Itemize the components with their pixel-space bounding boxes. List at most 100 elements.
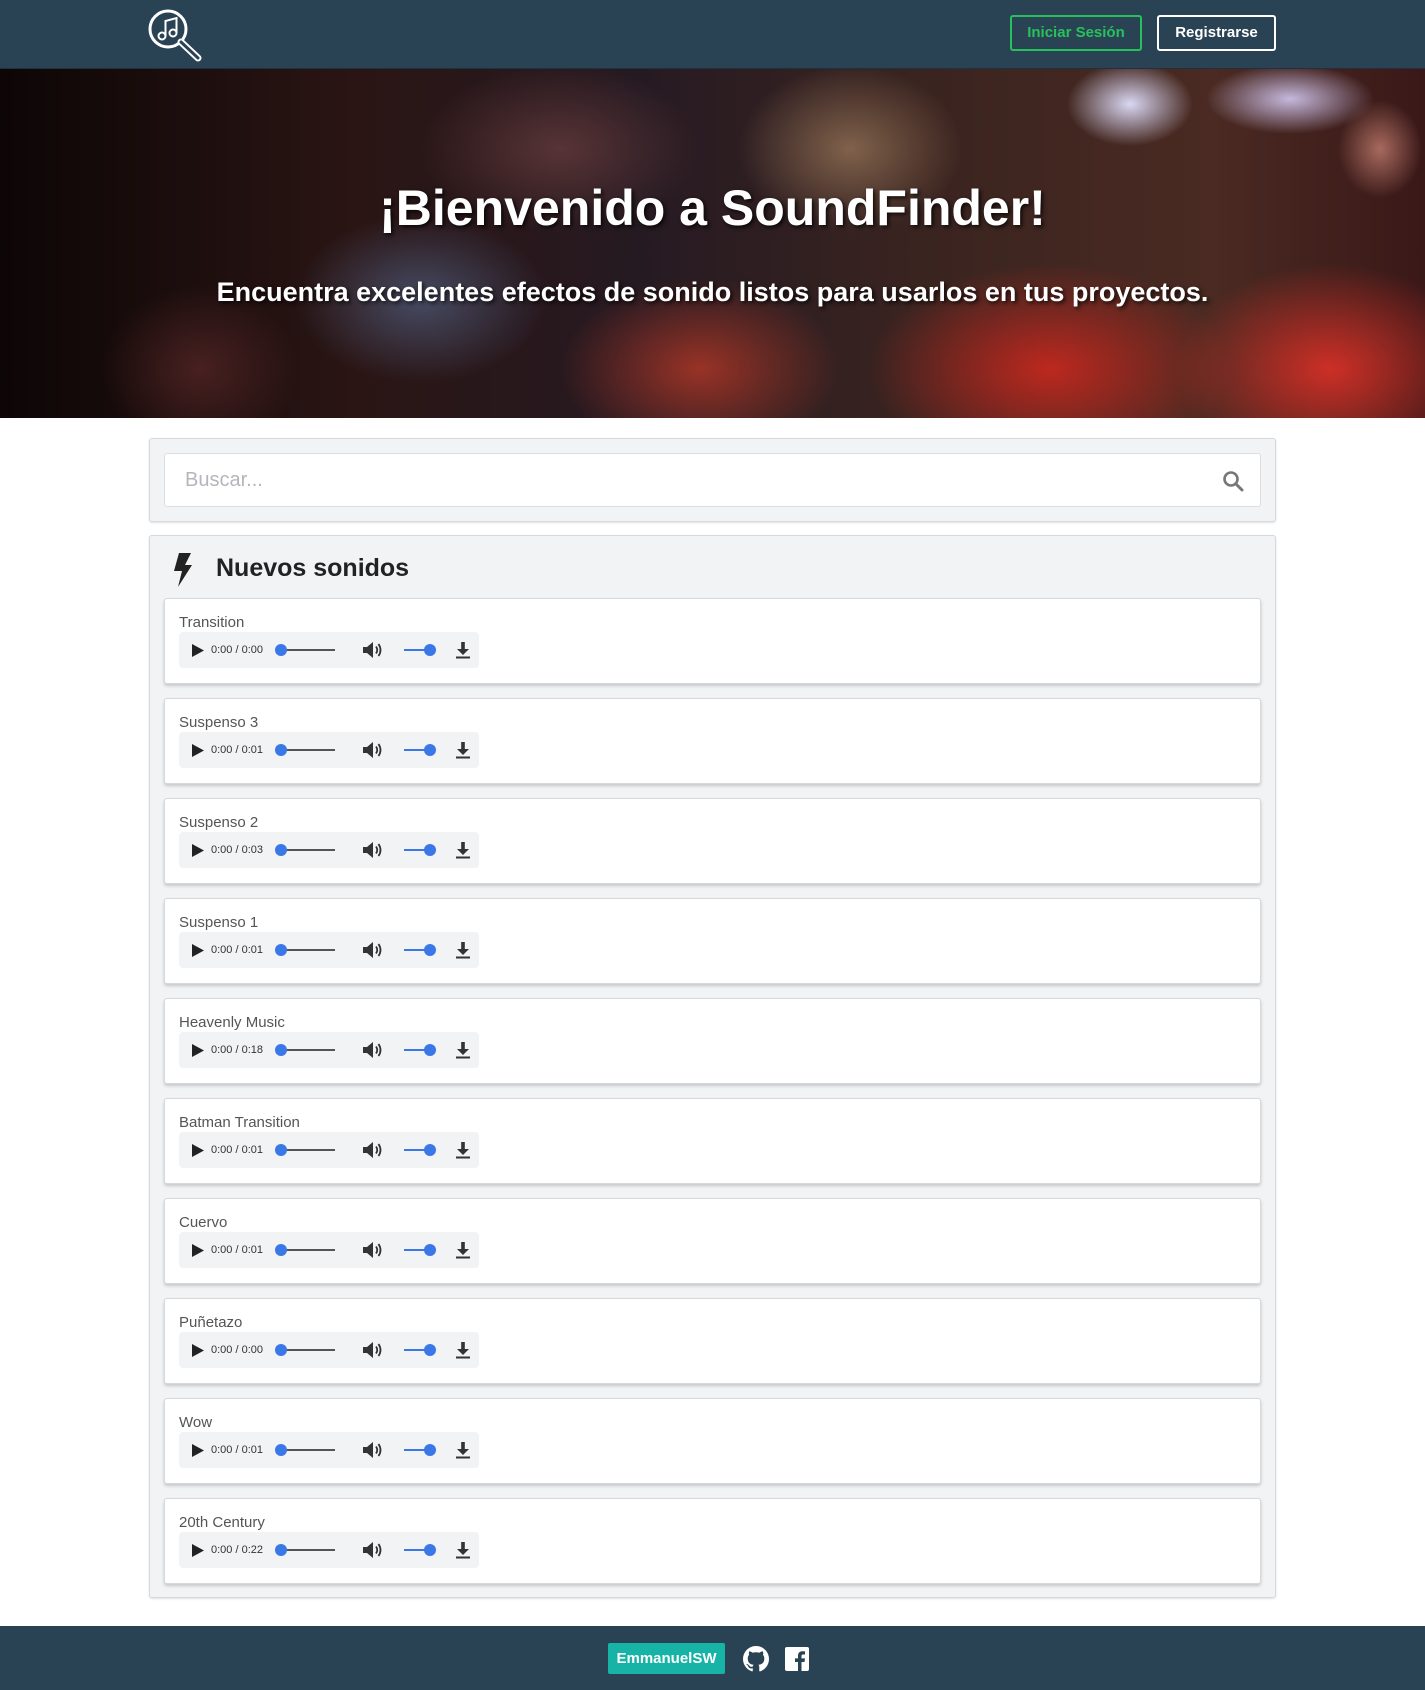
time-display: 0:00 / 0:00 — [211, 1344, 263, 1356]
sound-card: Batman Transition 0:00 / 0:01 — [164, 1098, 1261, 1184]
volume-icon[interactable] — [362, 1141, 384, 1159]
music-search-icon[interactable] — [146, 7, 204, 63]
volume-icon[interactable] — [362, 1341, 384, 1359]
search-icon[interactable] — [1222, 470, 1244, 492]
progress-handle[interactable] — [275, 644, 287, 656]
volume-handle[interactable] — [424, 1144, 436, 1156]
download-icon[interactable] — [455, 1041, 471, 1059]
play-icon[interactable] — [191, 1443, 205, 1458]
audio-player[interactable]: 0:00 / 0:03 — [179, 832, 479, 868]
play-icon[interactable] — [191, 943, 205, 958]
progress-handle[interactable] — [275, 944, 287, 956]
hero-banner: ¡Bienvenido a SoundFinder! Encuentra exc… — [0, 69, 1425, 418]
volume-handle[interactable] — [424, 1344, 436, 1356]
new-sounds-panel: Nuevos sonidos Transition 0:00 / 0:00 Susp… — [149, 535, 1276, 1598]
play-icon[interactable] — [191, 1043, 205, 1058]
play-icon[interactable] — [191, 1543, 205, 1558]
volume-handle[interactable] — [424, 1444, 436, 1456]
facebook-icon[interactable] — [784, 1646, 810, 1672]
progress-track[interactable] — [280, 1449, 335, 1451]
audio-player[interactable]: 0:00 / 0:22 — [179, 1532, 479, 1568]
github-icon[interactable] — [743, 1646, 769, 1672]
audio-player[interactable]: 0:00 / 0:00 — [179, 1332, 479, 1368]
download-icon[interactable] — [455, 1141, 471, 1159]
section-title: Nuevos sonidos — [216, 554, 410, 582]
volume-handle[interactable] — [424, 1044, 436, 1056]
progress-handle[interactable] — [275, 1144, 287, 1156]
play-icon[interactable] — [191, 743, 205, 758]
play-icon[interactable] — [191, 1143, 205, 1158]
sound-title: Transition — [179, 614, 245, 631]
time-display: 0:00 / 0:03 — [211, 844, 263, 856]
progress-handle[interactable] — [275, 1544, 287, 1556]
progress-track[interactable] — [280, 849, 335, 851]
volume-handle[interactable] — [424, 744, 436, 756]
progress-track[interactable] — [280, 649, 335, 651]
volume-icon[interactable] — [362, 641, 384, 659]
sound-card: Wow 0:00 / 0:01 — [164, 1398, 1261, 1484]
progress-track[interactable] — [280, 1149, 335, 1151]
audio-player[interactable]: 0:00 / 0:01 — [179, 1132, 479, 1168]
sound-card: 20th Century 0:00 / 0:22 — [164, 1498, 1261, 1584]
play-icon[interactable] — [191, 1243, 205, 1258]
audio-player[interactable]: 0:00 / 0:00 — [179, 632, 479, 668]
search-panel — [149, 438, 1276, 522]
play-icon[interactable] — [191, 843, 205, 858]
time-display: 0:00 / 0:00 — [211, 644, 263, 656]
progress-handle[interactable] — [275, 844, 287, 856]
download-icon[interactable] — [455, 1441, 471, 1459]
play-icon[interactable] — [191, 643, 205, 658]
progress-track[interactable] — [280, 749, 335, 751]
hero-subtitle: Encuentra excelentes efectos de sonido l… — [216, 277, 1209, 307]
search-input[interactable] — [164, 453, 1261, 507]
volume-handle[interactable] — [424, 944, 436, 956]
audio-player[interactable]: 0:00 / 0:01 — [179, 1232, 479, 1268]
volume-icon[interactable] — [362, 941, 384, 959]
progress-track[interactable] — [280, 1249, 335, 1251]
sound-card: Heavenly Music 0:00 / 0:18 — [164, 998, 1261, 1084]
login-button[interactable]: Iniciar Sesión — [1010, 15, 1142, 51]
volume-handle[interactable] — [424, 844, 436, 856]
sound-title: 20th Century — [179, 1514, 265, 1531]
volume-icon[interactable] — [362, 1541, 384, 1559]
progress-track[interactable] — [280, 949, 335, 951]
progress-handle[interactable] — [275, 1344, 287, 1356]
volume-icon[interactable] — [362, 1041, 384, 1059]
download-icon[interactable] — [455, 841, 471, 859]
volume-icon[interactable] — [362, 741, 384, 759]
time-display: 0:00 / 0:01 — [211, 1244, 263, 1256]
progress-handle[interactable] — [275, 1244, 287, 1256]
progress-track[interactable] — [280, 1549, 335, 1551]
lightning-bolt-icon — [174, 553, 192, 587]
sound-card: Suspenso 2 0:00 / 0:03 — [164, 798, 1261, 884]
progress-track[interactable] — [280, 1349, 335, 1351]
audio-player[interactable]: 0:00 / 0:01 — [179, 1432, 479, 1468]
volume-icon[interactable] — [362, 1241, 384, 1259]
author-badge[interactable]: EmmanuelSW — [608, 1643, 725, 1674]
download-icon[interactable] — [455, 1341, 471, 1359]
time-display: 0:00 / 0:01 — [211, 1444, 263, 1456]
progress-handle[interactable] — [275, 744, 287, 756]
download-icon[interactable] — [455, 1241, 471, 1259]
time-display: 0:00 / 0:01 — [211, 944, 263, 956]
download-icon[interactable] — [455, 941, 471, 959]
register-button[interactable]: Registrarse — [1157, 15, 1276, 51]
volume-icon[interactable] — [362, 841, 384, 859]
download-icon[interactable] — [455, 641, 471, 659]
play-icon[interactable] — [191, 1343, 205, 1358]
download-icon[interactable] — [455, 741, 471, 759]
audio-player[interactable]: 0:00 / 0:01 — [179, 732, 479, 768]
sound-title: Heavenly Music — [179, 1014, 285, 1031]
time-display: 0:00 / 0:01 — [211, 744, 263, 756]
audio-player[interactable]: 0:00 / 0:01 — [179, 932, 479, 968]
volume-handle[interactable] — [424, 1244, 436, 1256]
volume-icon[interactable] — [362, 1441, 384, 1459]
progress-handle[interactable] — [275, 1044, 287, 1056]
progress-handle[interactable] — [275, 1444, 287, 1456]
download-icon[interactable] — [455, 1541, 471, 1559]
progress-track[interactable] — [280, 1049, 335, 1051]
volume-handle[interactable] — [424, 644, 436, 656]
volume-handle[interactable] — [424, 1544, 436, 1556]
sound-title: Batman Transition — [179, 1114, 300, 1131]
audio-player[interactable]: 0:00 / 0:18 — [179, 1032, 479, 1068]
